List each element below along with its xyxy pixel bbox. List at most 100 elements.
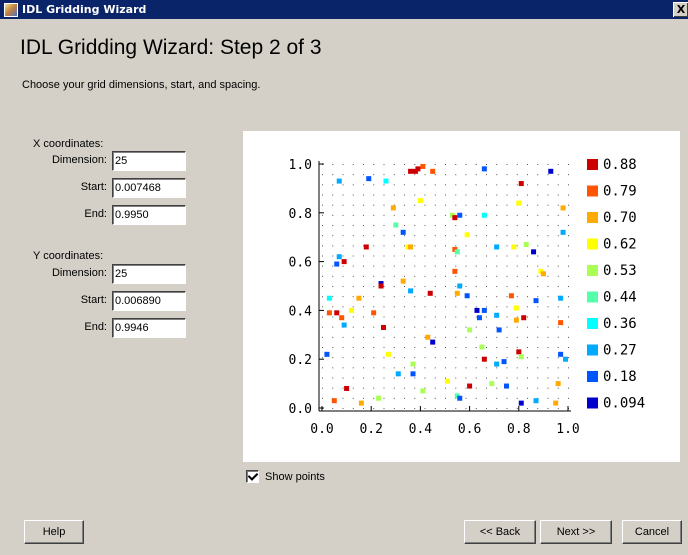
- help-button[interactable]: Help: [24, 520, 84, 544]
- grid-dot: [404, 235, 405, 237]
- back-button[interactable]: << Back: [464, 520, 536, 544]
- grid-dot: [475, 204, 477, 206]
- grid-dot: [557, 174, 559, 176]
- grid-dot: [383, 316, 385, 318]
- next-button[interactable]: Next >>: [540, 520, 612, 544]
- grid-dot: [352, 174, 354, 176]
- grid-dot: [486, 377, 487, 379]
- grid-dot: [496, 397, 498, 399]
- grid-dot: [475, 397, 477, 399]
- grid-dot: [455, 306, 457, 308]
- y-end-input[interactable]: [112, 318, 186, 338]
- data-point: [356, 295, 362, 301]
- grid-dot: [465, 265, 467, 267]
- grid-dot: [352, 336, 354, 338]
- grid-dot: [527, 397, 528, 399]
- data-point: [454, 249, 460, 255]
- grid-dot: [496, 296, 498, 298]
- grid-dot: [373, 296, 375, 298]
- x-start-input[interactable]: [112, 178, 186, 198]
- x-end-input[interactable]: [112, 205, 186, 225]
- data-point: [560, 205, 566, 211]
- grid-dot: [506, 296, 508, 298]
- grid-dot: [414, 347, 416, 348]
- title-bar[interactable]: IDL Gridding Wizard X: [0, 0, 688, 19]
- y-dimension-input[interactable]: [112, 264, 186, 284]
- x-tick-label: 0.0: [310, 422, 333, 437]
- grid-dot: [465, 357, 467, 359]
- grid-dot: [516, 286, 518, 287]
- x-dimension-input[interactable]: [112, 151, 186, 171]
- grid-dot: [352, 377, 354, 379]
- grid-dot: [332, 265, 334, 267]
- grid-dot: [434, 367, 436, 369]
- data-point: [376, 395, 382, 401]
- grid-dot: [506, 255, 508, 257]
- data-point: [420, 163, 426, 169]
- grid-dot: [537, 367, 539, 369]
- grid-dot: [537, 387, 539, 389]
- grid-dot: [445, 367, 446, 369]
- grid-dot: [496, 367, 498, 369]
- grid-dot: [445, 194, 446, 196]
- data-point: [516, 200, 522, 206]
- grid-dot: [557, 347, 559, 348]
- grid-dot: [363, 326, 364, 328]
- data-point: [410, 371, 416, 377]
- grid-dot: [496, 347, 498, 348]
- cancel-button[interactable]: Cancel: [622, 520, 682, 544]
- grid-dot: [445, 245, 446, 247]
- grid-dot: [465, 286, 467, 287]
- grid-dot: [424, 204, 426, 206]
- grid-dot: [363, 316, 364, 318]
- grid-dot: [393, 357, 395, 359]
- grid-dot: [557, 164, 559, 165]
- grid-dot: [475, 214, 477, 216]
- grid-dot: [445, 408, 446, 409]
- grid-dot: [465, 214, 467, 216]
- grid-dot: [537, 174, 539, 176]
- grid-dot: [506, 397, 508, 399]
- grid-dot: [352, 316, 354, 318]
- show-points-checkbox[interactable]: [246, 470, 259, 483]
- y-start-input[interactable]: [112, 291, 186, 311]
- grid-dot: [496, 214, 498, 216]
- grid-dot: [363, 184, 364, 186]
- x-tick-label: 0.4: [409, 422, 433, 437]
- grid-dot: [393, 306, 395, 308]
- grid-dot: [547, 367, 549, 369]
- grid-dot: [568, 367, 569, 369]
- grid-dot: [516, 408, 518, 409]
- show-points-row[interactable]: Show points: [246, 470, 325, 483]
- grid-dot: [527, 296, 528, 298]
- grid-dot: [557, 326, 559, 328]
- grid-dot: [455, 184, 457, 186]
- grid-dot: [414, 286, 416, 287]
- grid-dot: [342, 408, 344, 409]
- grid-dot: [547, 164, 549, 165]
- grid-dot: [414, 214, 416, 216]
- grid-dot: [455, 326, 457, 328]
- grid-dot: [424, 184, 426, 186]
- data-point: [454, 290, 460, 296]
- grid-dot: [445, 275, 446, 277]
- grid-dot: [506, 316, 508, 318]
- grid-dot: [475, 306, 477, 308]
- data-point: [481, 356, 487, 362]
- grid-dot: [352, 225, 354, 226]
- grid-dot: [445, 164, 446, 165]
- grid-dot: [527, 286, 528, 287]
- data-point: [540, 271, 546, 277]
- grid-dot: [342, 174, 344, 176]
- legend-label: 0.094: [603, 396, 645, 412]
- legend-label: 0.79: [603, 184, 637, 200]
- grid-dot: [557, 235, 559, 237]
- grid-dot: [434, 225, 436, 226]
- close-button[interactable]: X: [673, 2, 688, 17]
- grid-dot: [568, 255, 569, 257]
- data-point: [481, 212, 487, 218]
- grid-dot: [527, 387, 528, 389]
- grid-dot: [496, 265, 498, 267]
- x-tick-label: 0.8: [507, 422, 530, 437]
- grid-dot: [363, 397, 364, 399]
